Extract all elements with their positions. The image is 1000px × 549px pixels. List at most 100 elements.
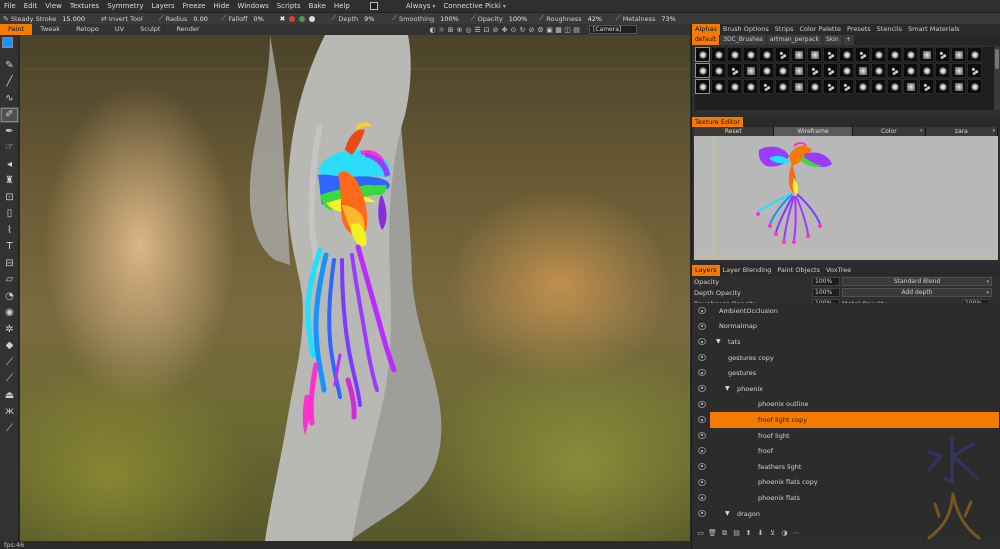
tab-strips[interactable]: Strips: [772, 24, 797, 35]
alpha-thumbnail[interactable]: [871, 47, 886, 62]
alpha-thumbnail[interactable]: [855, 79, 870, 94]
eye-icon[interactable]: [698, 478, 706, 486]
object-select[interactable]: zara ▾: [925, 127, 998, 136]
brush-tool-icon[interactable]: ✎: [0, 57, 19, 74]
alpha-thumbnail[interactable]: [919, 79, 934, 94]
projection-icon[interactable]: ◫: [563, 26, 572, 34]
merge-icon[interactable]: ⊻: [768, 529, 777, 537]
roughness-value[interactable]: 42%: [588, 15, 604, 23]
reset-button[interactable]: Reset: [694, 127, 774, 136]
eye-icon[interactable]: [698, 307, 706, 314]
layer-row[interactable]: AmbientOcclusion: [692, 303, 1000, 319]
always-dropdown[interactable]: Always ▾: [402, 0, 440, 13]
add-alpha-set-button[interactable]: +: [842, 35, 854, 45]
visibility-tool-icon[interactable]: ◉: [0, 305, 19, 322]
alpha-thumbnail[interactable]: [807, 47, 822, 62]
no-entry-icon[interactable]: ⊘: [527, 26, 536, 34]
tab-voxtree[interactable]: VoxTree: [823, 265, 854, 276]
alpha-thumbnail[interactable]: [871, 63, 886, 78]
mask-icon[interactable]: ◑: [780, 529, 789, 537]
expand-triangle-icon[interactable]: ▼: [716, 338, 721, 345]
line-tool-icon[interactable]: ╱: [0, 74, 19, 91]
layer-row[interactable]: gestures copy: [692, 350, 1000, 366]
alpha-thumbnail[interactable]: [903, 63, 918, 78]
eye-icon[interactable]: [698, 494, 706, 502]
alpha-set-default[interactable]: default: [692, 35, 720, 45]
menu-scripts[interactable]: Scripts: [273, 0, 305, 12]
new-layer-icon[interactable]: ▭: [696, 529, 705, 537]
layer-row[interactable]: ▼ phoenix: [692, 381, 1000, 397]
alpha-thumbnail[interactable]: [743, 63, 758, 78]
menu-edit[interactable]: Edit: [20, 0, 42, 12]
alpha-thumbnail[interactable]: [951, 63, 966, 78]
bucket-tool-icon[interactable]: ◆: [0, 338, 19, 355]
tab-alphas[interactable]: Alphas: [692, 24, 720, 35]
radius-value[interactable]: 0.00: [193, 15, 209, 23]
alpha-thumbnail[interactable]: [791, 79, 806, 94]
camera-icon[interactable]: ◎: [464, 26, 473, 34]
alpha-thumbnail[interactable]: [711, 79, 726, 94]
texture-editor-canvas[interactable]: [694, 136, 998, 260]
smoothing-option[interactable]: ⟋ Smoothing 100%: [389, 14, 462, 23]
layer-row[interactable]: phoenix outline: [692, 397, 1000, 413]
move-down-icon[interactable]: ⬇: [756, 529, 765, 537]
layer-options-icon[interactable]: ⋯: [792, 529, 801, 537]
symmetry-tool-icon[interactable]: ✲: [0, 321, 19, 338]
depth-opacity-value[interactable]: 100%: [812, 288, 840, 297]
grid-icon[interactable]: ⊞: [446, 26, 455, 34]
knife-tool-icon[interactable]: ⟋: [0, 371, 19, 388]
eye-icon[interactable]: [698, 431, 706, 439]
view-mode-icon[interactable]: ◐: [428, 26, 437, 34]
close-icon[interactable]: ✖: [280, 15, 286, 23]
tab-paint[interactable]: Paint: [0, 24, 33, 35]
connective-picking-dropdown[interactable]: Connective Picki ▾: [439, 0, 509, 13]
menu-windows[interactable]: Windows: [233, 0, 272, 12]
depth-blend-select[interactable]: Add depth ▾: [842, 288, 992, 297]
roughness-option[interactable]: ⟋ Roughness 42%: [536, 14, 606, 23]
radius-option[interactable]: ⟋ Radius 0.00: [156, 14, 213, 23]
alpha-thumbnail[interactable]: [775, 63, 790, 78]
alpha-thumbnail[interactable]: [887, 79, 902, 94]
text-tool-icon[interactable]: T: [0, 239, 19, 256]
layer-row[interactable]: froof light copy: [692, 412, 1000, 428]
settings-icon[interactable]: ⚙: [536, 26, 545, 34]
tab-sculpt[interactable]: Sculpt: [132, 24, 168, 35]
swatch-white[interactable]: [309, 15, 316, 22]
eye-icon[interactable]: [698, 384, 706, 392]
wireframe-toggle[interactable]: Wireframe: [773, 127, 854, 136]
alpha-thumbnail[interactable]: [695, 47, 710, 62]
primary-color-swatch[interactable]: [2, 37, 13, 48]
alpha-thumbnail[interactable]: [855, 47, 870, 62]
tab-render[interactable]: Render: [168, 24, 207, 35]
layer-row[interactable]: gestures: [692, 365, 1000, 381]
alpha-thumbnail[interactable]: [791, 47, 806, 62]
menu-symmetry[interactable]: Symmetry: [103, 0, 147, 12]
eye-icon[interactable]: [698, 400, 706, 408]
render-icon[interactable]: ▣: [545, 26, 554, 34]
smudge-tool-icon[interactable]: ☞: [0, 140, 19, 157]
alpha-thumbnail[interactable]: [839, 47, 854, 62]
alpha-thumbnail[interactable]: [935, 79, 950, 94]
swatch-green[interactable]: [299, 15, 306, 22]
tab-retopo[interactable]: Retopo: [68, 24, 107, 35]
alpha-thumbnail[interactable]: [727, 79, 742, 94]
gizmo-icon[interactable]: ⊕: [455, 26, 464, 34]
alpha-thumbnail[interactable]: [887, 47, 902, 62]
alpha-thumbnail[interactable]: [807, 79, 822, 94]
pen-tool-icon[interactable]: ✒: [0, 123, 19, 140]
alpha-thumbnail[interactable]: [855, 63, 870, 78]
alpha-thumbnail[interactable]: [903, 79, 918, 94]
menu-textures[interactable]: Textures: [66, 0, 103, 12]
layer-row[interactable]: ▼ tats: [692, 334, 1000, 350]
curve-tool-icon[interactable]: ⌇: [0, 222, 19, 239]
stamp-tool-icon[interactable]: ♜: [0, 173, 19, 190]
copy-tool-icon[interactable]: ▯: [0, 206, 19, 223]
airbrush-tool-icon[interactable]: ✐: [0, 106, 19, 123]
duplicate-layer-icon[interactable]: ⧉: [720, 529, 729, 538]
color-channel-select[interactable]: Color ▾: [853, 127, 926, 136]
alpha-thumbnail[interactable]: [775, 47, 790, 62]
alpha-thumbnail[interactable]: [839, 79, 854, 94]
tab-paint-objects[interactable]: Paint Objects: [774, 265, 823, 276]
alpha-thumbnail[interactable]: [727, 63, 742, 78]
alpha-thumbnail[interactable]: [727, 47, 742, 62]
